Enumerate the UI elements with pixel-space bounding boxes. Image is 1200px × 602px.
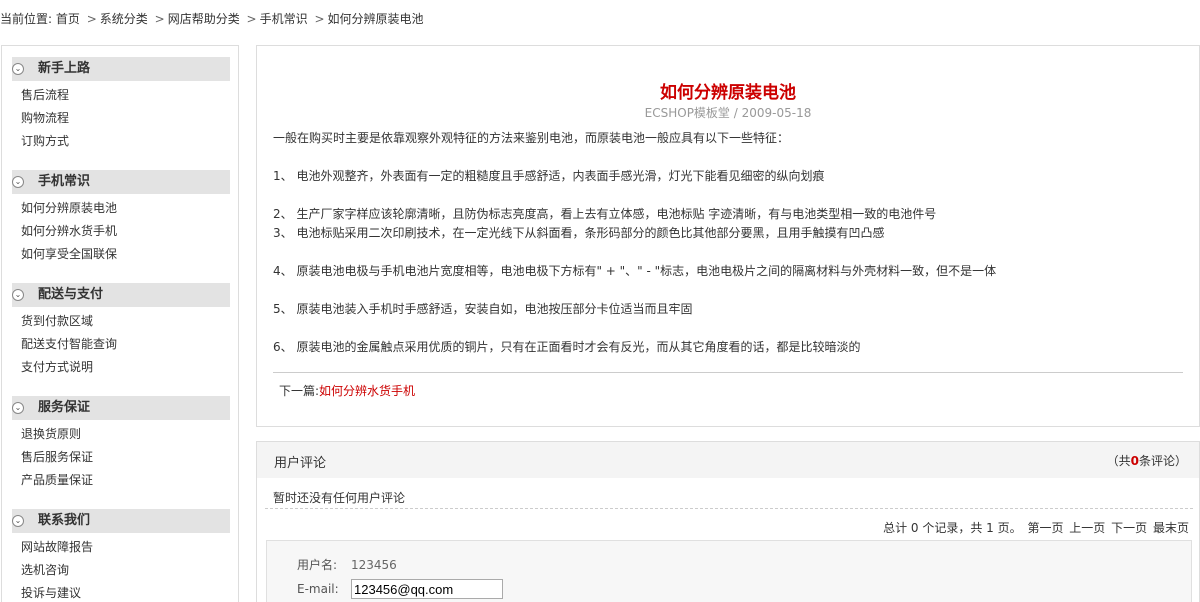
comments-title: 用户评论 [274, 456, 327, 471]
next-article-label: 下一篇: [279, 384, 320, 398]
sidebar-category-delivery: ⌄ 配送与支付 货到付款区域 配送支付智能查询 支付方式说明 [12, 283, 230, 379]
comments-count-prefix: （共 [1106, 454, 1131, 468]
sidebar-link[interactable]: 退换货原则 [12, 423, 230, 446]
article-body: 一般在购买时主要是依靠观察外观特征的方法来鉴别电池，而原装电池一般应具有以下一些… [273, 129, 1183, 357]
breadcrumb-separator: > [86, 12, 97, 26]
sidebar-link[interactable]: 售后流程 [12, 84, 230, 107]
sidebar-category-beginner: ⌄ 新手上路 售后流程 购物流程 订购方式 [12, 57, 230, 153]
article-paragraph: 一般在购买时主要是依靠观察外观特征的方法来鉴别电池，而原装电池一般应具有以下一些… [273, 131, 790, 145]
next-article: 下一篇:如何分辨水货手机 [279, 382, 415, 399]
sidebar-category-phone: ⌄ 手机常识 如何分辨原装电池 如何分辨水货手机 如何享受全国联保 [12, 170, 230, 266]
category-title: 联系我们 [38, 513, 91, 528]
chevron-down-icon: ⌄ [12, 289, 24, 301]
comments-count-suffix: 条评论） [1138, 454, 1187, 468]
sidebar-link[interactable]: 配送支付智能查询 [12, 333, 230, 356]
sidebar-link[interactable]: 网站故障报告 [12, 536, 230, 559]
comments-count-number: 0 [1130, 454, 1139, 468]
email-row: E-mail: [297, 579, 503, 599]
first-page-link[interactable]: 第一页 [1027, 521, 1063, 535]
article-title: 如何分辨原装电池 [660, 83, 796, 103]
sidebar-link[interactable]: 产品质量保证 [12, 469, 230, 492]
breadcrumb-home[interactable]: 首页 [56, 12, 80, 26]
pagination-summary: 总计 0 个记录，共 1 页。 [883, 521, 1022, 535]
category-header[interactable]: ⌄ 服务保证 [12, 396, 230, 420]
sidebar-link[interactable]: 货到付款区域 [12, 310, 230, 333]
article-paragraph: 6、 原装电池的金属触点采用优质的铜片，只有在正面看时才会有反光，而从其它角度看… [273, 340, 861, 354]
email-field[interactable] [351, 579, 503, 599]
comments-count: （共0条评论） [1107, 452, 1187, 469]
category-header[interactable]: ⌄ 配送与支付 [12, 283, 230, 307]
sidebar-link[interactable]: 选机咨询 [12, 559, 230, 582]
next-article-link[interactable]: 如何分辨水货手机 [319, 384, 415, 398]
sidebar-category-contact: ⌄ 联系我们 网站故障报告 选机咨询 投诉与建议 [12, 509, 230, 602]
breadcrumb-separator: > [246, 12, 257, 26]
article-divider [273, 372, 1183, 373]
sidebar-link[interactable]: 如何分辨水货手机 [12, 220, 230, 243]
sidebar-link[interactable]: 支付方式说明 [12, 356, 230, 379]
article-paragraph: 5、 原装电池装入手机时手感舒适，安装自如，电池按压部分卡位适当而且牢固 [273, 302, 693, 316]
breadcrumb-help-category[interactable]: 网店帮助分类 [168, 12, 240, 26]
help-sidebar: ⌄ 新手上路 售后流程 购物流程 订购方式 ⌄ 手机常识 如何分辨原装电池 如何分辨… [1, 45, 239, 602]
email-label: E-mail: [297, 582, 339, 596]
pagination: 总计 0 个记录，共 1 页。 第一页 上一页 下一页 最末页 [883, 519, 1189, 536]
breadcrumb-system-category[interactable]: 系统分类 [100, 12, 148, 26]
sidebar-link[interactable]: 购物流程 [12, 107, 230, 130]
article-paragraph: 3、 电池标贴采用二次印刷技术，在一定光线下从斜面看，条形码部分的颜色比其他部分… [273, 226, 885, 240]
article-panel: 如何分辨原装电池 ECSHOP模板堂 / 2009-05-18 一般在购买时主要… [256, 45, 1200, 427]
category-title: 服务保证 [38, 400, 91, 415]
sidebar-link[interactable]: 投诉与建议 [12, 582, 230, 602]
sidebar-link[interactable]: 如何享受全国联保 [12, 243, 230, 266]
breadcrumb: 当前位置: 首页 > 系统分类 > 网店帮助分类 > 手机常识 > 如何分辨原装电池 [0, 10, 424, 28]
no-comments-text: 暂时还没有任何用户评论 [273, 491, 406, 505]
sidebar-link[interactable]: 订购方式 [12, 130, 230, 153]
next-page-link[interactable]: 下一页 [1111, 521, 1147, 535]
sidebar-link[interactable]: 售后服务保证 [12, 446, 230, 469]
category-header[interactable]: ⌄ 联系我们 [12, 509, 230, 533]
breadcrumb-phone-knowledge[interactable]: 手机常识 [260, 12, 308, 26]
breadcrumb-separator: > [154, 12, 165, 26]
category-title: 新手上路 [38, 61, 91, 76]
username-row: 用户名: 123456 [297, 555, 397, 575]
category-header[interactable]: ⌄ 新手上路 [12, 57, 230, 81]
category-title: 配送与支付 [38, 287, 104, 302]
username-value: 123456 [351, 558, 397, 572]
comments-divider [265, 508, 1193, 509]
sidebar-link[interactable]: 如何分辨原装电池 [12, 197, 230, 220]
chevron-down-icon: ⌄ [12, 515, 24, 527]
category-title: 手机常识 [38, 174, 91, 189]
chevron-down-icon: ⌄ [12, 176, 24, 188]
username-label: 用户名: [297, 558, 338, 572]
chevron-down-icon: ⌄ [12, 402, 24, 414]
breadcrumb-prefix: 当前位置: [0, 12, 53, 26]
article-paragraph: 2、 生产厂家字样应该轮廓清晰，且防伪标志亮度高，看上去有立体感，电池标贴 字迹… [273, 207, 937, 221]
last-page-link[interactable]: 最末页 [1153, 521, 1189, 535]
category-header[interactable]: ⌄ 手机常识 [12, 170, 230, 194]
sidebar-category-service: ⌄ 服务保证 退换货原则 售后服务保证 产品质量保证 [12, 396, 230, 492]
comments-panel: 用户评论 （共0条评论） 暂时还没有任何用户评论 总计 0 个记录，共 1 页。… [256, 441, 1200, 602]
article-meta: ECSHOP模板堂 / 2009-05-18 [644, 106, 812, 120]
prev-page-link[interactable]: 上一页 [1069, 521, 1105, 535]
breadcrumb-separator: > [314, 12, 325, 26]
article-paragraph: 1、 电池外观整齐，外表面有一定的粗糙度且手感舒适，内表面手感光滑，灯光下能看见… [273, 169, 825, 183]
chevron-down-icon: ⌄ [12, 63, 24, 75]
comments-header: 用户评论 （共0条评论） [257, 442, 1199, 478]
breadcrumb-current: 如何分辨原装电池 [327, 12, 424, 26]
comment-form: 用户名: 123456 E-mail: [266, 540, 1192, 602]
article-paragraph: 4、 原装电池电极与手机电池片宽度相等，电池电极下方标有" + "、" - "标… [273, 264, 997, 278]
